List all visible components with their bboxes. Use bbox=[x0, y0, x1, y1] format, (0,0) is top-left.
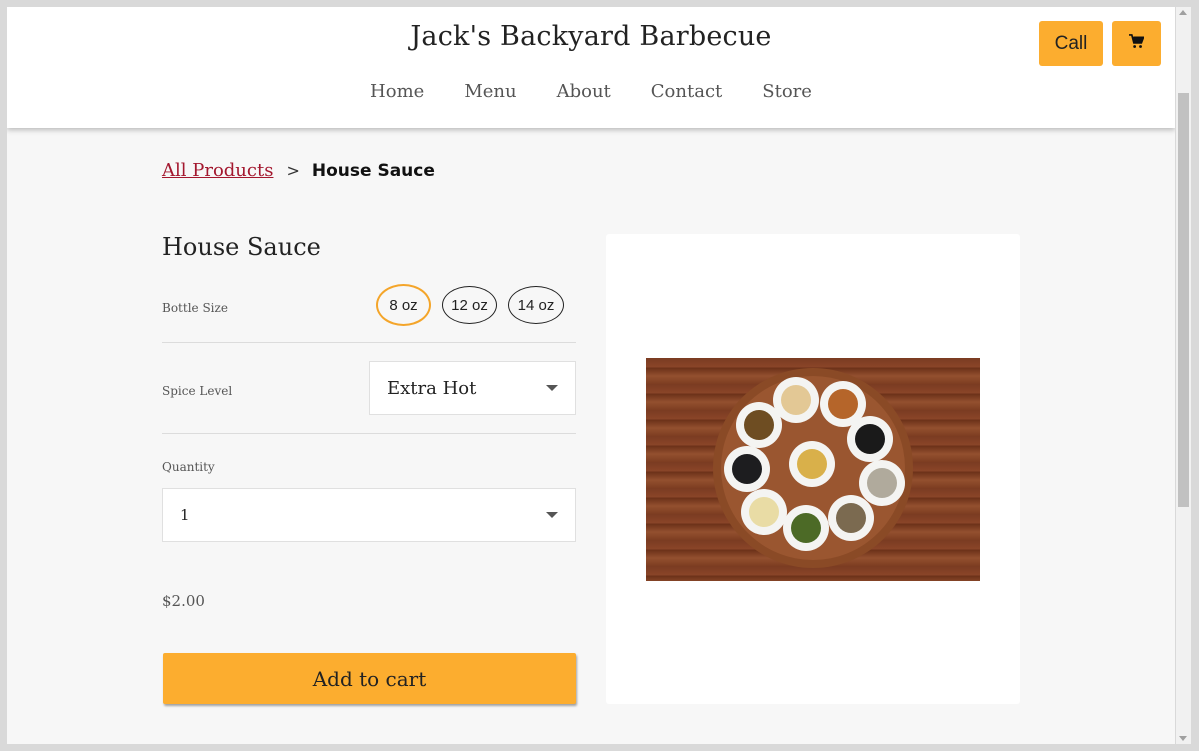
nav-menu[interactable]: Menu bbox=[464, 81, 516, 102]
product-title: House Sauce bbox=[162, 233, 321, 261]
nav-home[interactable]: Home bbox=[370, 81, 424, 102]
breadcrumb-current: House Sauce bbox=[311, 161, 435, 181]
spice-level-label: Spice Level bbox=[162, 384, 233, 398]
bottle-size-label: Bottle Size bbox=[162, 301, 228, 315]
scroll-up-icon[interactable] bbox=[1179, 10, 1187, 15]
chevron-down-icon bbox=[546, 512, 558, 518]
call-button[interactable]: Call bbox=[1039, 21, 1103, 66]
quantity-select[interactable]: 1 bbox=[162, 488, 576, 542]
breadcrumb-all-products-link[interactable]: All Products bbox=[162, 160, 273, 181]
size-option-8oz[interactable]: 8 oz bbox=[376, 284, 431, 326]
scrollbar-thumb[interactable] bbox=[1178, 93, 1189, 507]
quantity-value: 1 bbox=[180, 506, 190, 524]
scroll-down-icon[interactable] bbox=[1179, 736, 1187, 741]
divider bbox=[162, 433, 576, 434]
nav-store[interactable]: Store bbox=[762, 81, 812, 102]
product-image-card bbox=[606, 234, 1020, 704]
site-title[interactable]: Jack's Backyard Barbecue bbox=[7, 21, 1175, 52]
browser-viewport: Jack's Backyard Barbecue Home Menu About… bbox=[7, 7, 1175, 744]
product-photo[interactable] bbox=[646, 358, 980, 581]
breadcrumb-separator: > bbox=[286, 161, 300, 180]
breadcrumb: All Products > House Sauce bbox=[162, 160, 435, 181]
shopping-cart-icon bbox=[1129, 33, 1145, 55]
bottle-size-options: 8 oz 12 oz 14 oz bbox=[376, 284, 564, 326]
spice-level-select[interactable]: Extra Hot bbox=[369, 361, 576, 415]
quantity-label: Quantity bbox=[162, 460, 215, 474]
main-nav: Home Menu About Contact Store bbox=[7, 81, 1175, 102]
spice-level-value: Extra Hot bbox=[387, 377, 477, 399]
add-to-cart-button[interactable]: Add to cart bbox=[163, 653, 576, 704]
divider bbox=[162, 342, 576, 343]
nav-contact[interactable]: Contact bbox=[651, 81, 722, 102]
product-price: $2.00 bbox=[162, 592, 205, 610]
cart-button[interactable] bbox=[1112, 21, 1161, 66]
chevron-down-icon bbox=[546, 385, 558, 391]
site-header: Jack's Backyard Barbecue Home Menu About… bbox=[7, 7, 1175, 128]
size-option-12oz[interactable]: 12 oz bbox=[442, 286, 497, 324]
nav-about[interactable]: About bbox=[557, 81, 611, 102]
scrollbar[interactable] bbox=[1176, 7, 1191, 744]
size-option-14oz[interactable]: 14 oz bbox=[508, 286, 564, 324]
